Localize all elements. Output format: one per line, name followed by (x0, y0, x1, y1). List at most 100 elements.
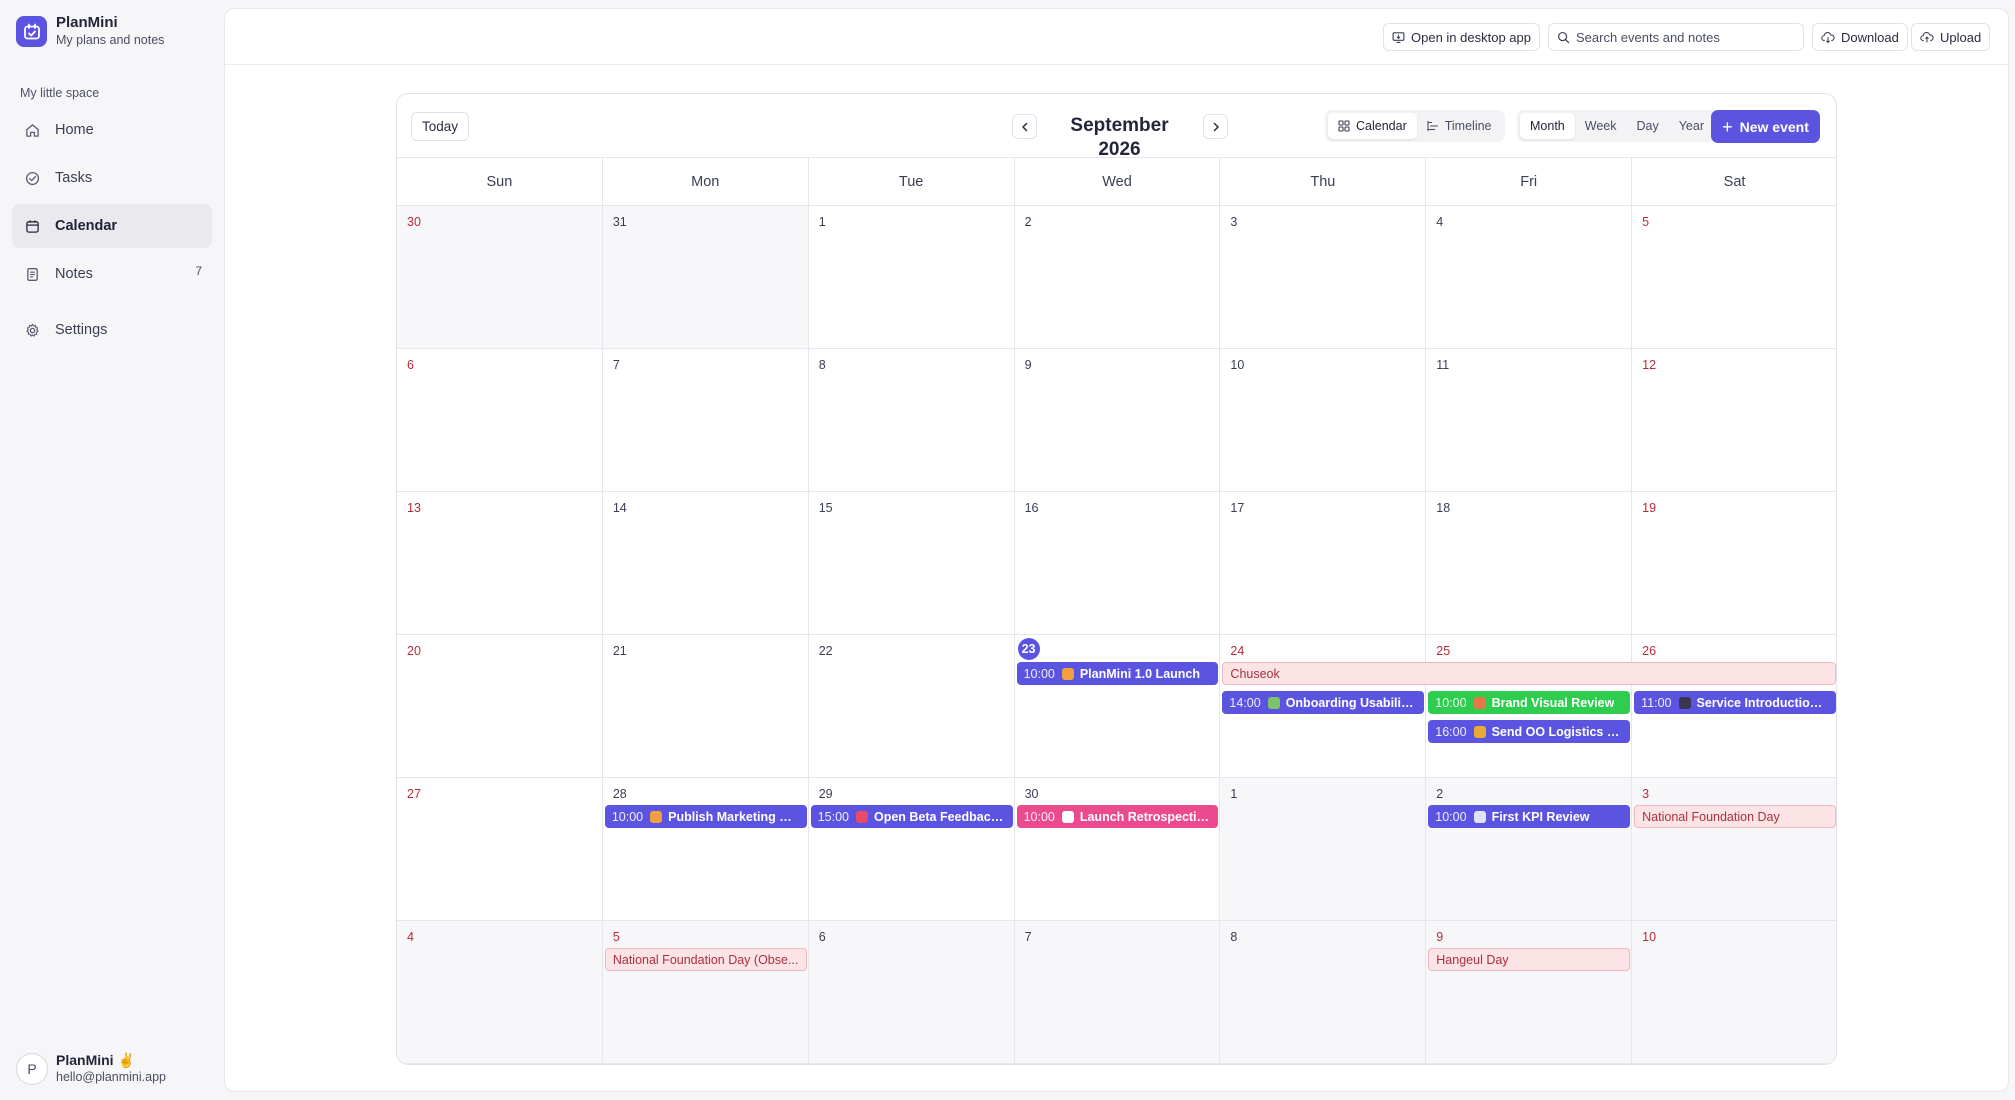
day-cell[interactable]: 10 (1220, 349, 1427, 492)
calendar-event[interactable]: 10:00 Launch Retrospectiv... (1016, 805, 1219, 828)
day-cell[interactable]: 30 (397, 206, 603, 349)
day-cell[interactable]: 7 (602, 349, 809, 492)
day-cell[interactable]: 9 (1014, 349, 1221, 492)
sidebar-item-calendar[interactable]: Calendar (12, 204, 212, 248)
day-cell[interactable]: 31 (602, 206, 809, 349)
day-cell[interactable]: 11 (1426, 349, 1633, 492)
weekday-label: Sat (1632, 158, 1836, 206)
event-time: 16:00 (1435, 724, 1467, 739)
search-input[interactable] (1576, 29, 1796, 45)
day-cell[interactable]: 1 (808, 206, 1015, 349)
day-cell[interactable]: 9 (1426, 921, 1633, 1064)
calendar-event[interactable]: 14:00 Onboarding Usability ... (1222, 691, 1425, 714)
brand[interactable]: PlanMini My plans and notes (16, 14, 164, 49)
calendar-event[interactable]: 10:00 First KPI Review (1428, 805, 1631, 828)
day-cell[interactable]: 20 (397, 635, 603, 778)
day-number: 26 (1642, 644, 1657, 658)
user-profile[interactable]: P PlanMini ✌️ hello@planmini.app (16, 1052, 166, 1086)
day-cell[interactable]: 23 (1014, 635, 1221, 778)
day-cell[interactable]: 5 (602, 921, 809, 1064)
event-title: National Foundation Day (1642, 809, 1780, 824)
sidebar-item-label: Notes (55, 266, 93, 282)
day-cell[interactable]: 30 (1014, 778, 1221, 921)
calendar-event[interactable]: 10:00 PlanMini 1.0 Launch (1016, 662, 1219, 685)
day-cell[interactable]: 17 (1220, 492, 1427, 635)
event-time: 10:00 (1435, 809, 1467, 824)
day-cell[interactable]: 1 (1220, 778, 1427, 921)
day-number: 24 (1230, 644, 1245, 658)
notes-count-badge: 7 (195, 264, 202, 278)
range-day-button[interactable]: Day (1626, 113, 1668, 139)
day-number: 3 (1642, 787, 1650, 801)
day-cell[interactable]: 2 (1014, 206, 1221, 349)
day-cell[interactable]: 10 (1632, 921, 1836, 1064)
calendar-event[interactable]: 11:00 Service Introduction ... (1634, 691, 1836, 714)
day-cell[interactable]: 14 (602, 492, 809, 635)
day-cell[interactable]: 21 (602, 635, 809, 778)
event-title: Brand Visual Review (1491, 695, 1615, 710)
day-cell[interactable]: 13 (397, 492, 603, 635)
day-cell[interactable]: 4 (397, 921, 603, 1064)
day-cell[interactable]: 6 (808, 921, 1015, 1064)
next-month-button[interactable] (1203, 114, 1228, 139)
today-button[interactable]: Today (411, 112, 470, 141)
holiday-event[interactable]: Hangeul Day (1428, 948, 1631, 971)
day-cell[interactable]: 2 (1426, 778, 1633, 921)
cloud-upload-icon (1920, 31, 1934, 42)
search-box[interactable] (1548, 23, 1804, 51)
day-cell[interactable]: 29 (808, 778, 1015, 921)
range-year-button[interactable]: Year (1669, 113, 1714, 139)
upload-button[interactable]: Upload (1911, 23, 1991, 51)
day-cell[interactable]: 18 (1426, 492, 1633, 635)
calendar-event[interactable]: 15:00 Open Beta Feedback ... (810, 805, 1013, 828)
day-number: 12 (1642, 358, 1657, 372)
new-event-button[interactable]: + New event (1711, 110, 1820, 143)
day-cell[interactable]: 7 (1014, 921, 1221, 1064)
sidebar-item-tasks[interactable]: Tasks (12, 156, 212, 200)
view-calendar-button[interactable]: Calendar (1328, 113, 1417, 139)
holiday-event[interactable]: Chuseok (1222, 662, 1836, 685)
day-cell[interactable]: 8 (1220, 921, 1427, 1064)
event-time: 15:00 (817, 809, 849, 824)
day-number: 10 (1642, 930, 1657, 944)
day-cell[interactable]: 28 (602, 778, 809, 921)
day-cell[interactable]: 12 (1632, 349, 1836, 492)
sidebar-item-notes[interactable]: Notes 7 (12, 252, 212, 296)
day-number: 8 (818, 358, 826, 372)
day-cell[interactable]: 8 (808, 349, 1015, 492)
day-number: 21 (612, 644, 627, 658)
view-timeline-button[interactable]: Timeline (1417, 113, 1502, 139)
day-cell[interactable]: 6 (397, 349, 603, 492)
event-title: Open Beta Feedback ... (873, 809, 1006, 824)
calendar-event[interactable]: 16:00 Send OO Logistics D... (1428, 720, 1631, 743)
weekday-label: Fri (1426, 158, 1633, 206)
sidebar-item-home[interactable]: Home (12, 108, 212, 152)
day-cell[interactable]: 16 (1014, 492, 1221, 635)
monitor-icon (1392, 31, 1405, 43)
day-cell[interactable]: 5 (1632, 206, 1836, 349)
note-icon (24, 266, 40, 282)
holiday-event[interactable]: National Foundation Day (Obse... (604, 948, 807, 971)
calendar-icon (24, 218, 40, 234)
day-cell[interactable]: 22 (808, 635, 1015, 778)
day-cell[interactable]: 3 (1220, 206, 1427, 349)
day-number: 25 (1436, 644, 1451, 658)
holiday-event[interactable]: National Foundation Day (1634, 805, 1836, 828)
day-cell[interactable]: 15 (808, 492, 1015, 635)
day-number: 1 (818, 215, 826, 229)
day-number: 2 (1436, 787, 1444, 801)
range-week-button[interactable]: Week (1575, 113, 1627, 139)
range-month-button[interactable]: Month (1520, 113, 1575, 139)
calendar-event[interactable]: 10:00 Publish Marketing Co... (604, 805, 807, 828)
calendar-event[interactable]: 10:00 Brand Visual Review (1428, 691, 1631, 714)
event-title: First KPI Review (1491, 809, 1590, 824)
day-cell[interactable]: 19 (1632, 492, 1836, 635)
open-desktop-app-button[interactable]: Open in desktop app (1383, 23, 1540, 51)
previous-month-button[interactable] (1012, 114, 1037, 139)
sidebar-item-settings[interactable]: Settings (12, 308, 212, 352)
day-cell[interactable]: 3 (1632, 778, 1836, 921)
day-cell[interactable]: 4 (1426, 206, 1633, 349)
download-label: Download (1841, 29, 1899, 45)
download-button[interactable]: Download (1812, 23, 1908, 51)
day-cell[interactable]: 27 (397, 778, 603, 921)
